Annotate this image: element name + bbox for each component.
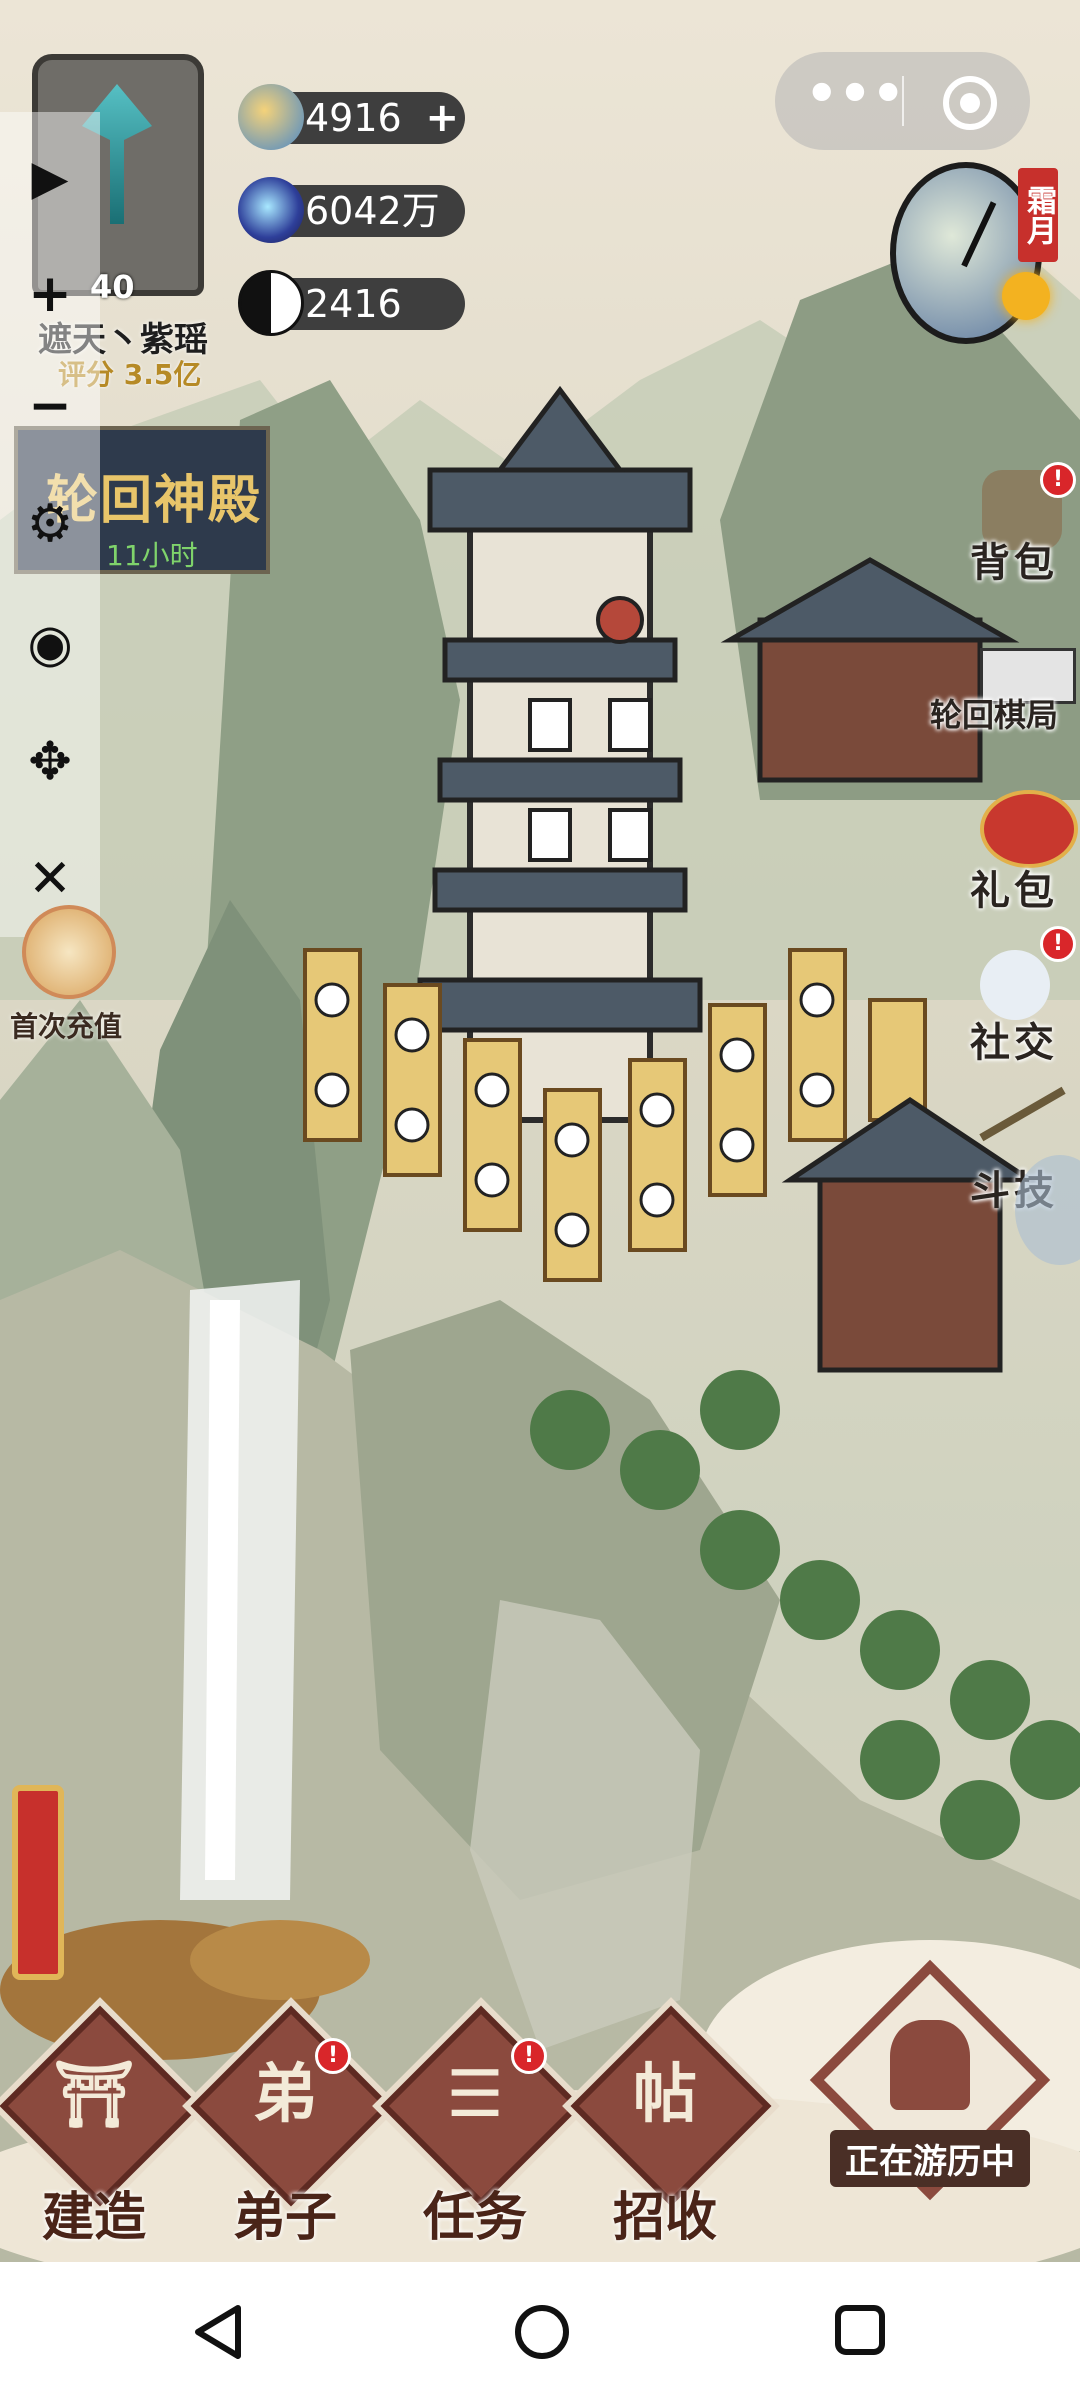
scroll-task-icon: ☰	[446, 2058, 504, 2132]
close-icon[interactable]: ✕	[18, 847, 82, 911]
nav-recruit[interactable]: 帖 招收	[570, 2005, 772, 2248]
play-icon[interactable]: ▶	[18, 146, 82, 210]
nav-tasks[interactable]: ☰ 任务 !	[380, 2005, 582, 2248]
gear-icon[interactable]: ⚙	[18, 492, 82, 556]
close-target-icon[interactable]	[943, 76, 997, 130]
backpack-badge: !	[1040, 462, 1076, 498]
nav-recruit-label: 招收	[612, 2187, 717, 2248]
sun-icon	[1002, 272, 1050, 320]
menu-reincarnation-chess[interactable]: 轮回棋局	[930, 690, 1058, 736]
travel-button[interactable]: 正在游历中	[800, 1950, 1060, 2210]
event-banner-timer: 11小时	[106, 539, 198, 572]
blue-gem-icon	[238, 177, 304, 243]
resource-spirit-value: 4916	[305, 96, 402, 140]
first-recharge-label: 首次充值	[10, 1010, 123, 1043]
clock-hand-icon	[961, 201, 997, 268]
eye-icon[interactable]: ◉	[18, 612, 82, 676]
menu-backpack[interactable]: 背包	[970, 530, 1058, 588]
miniprogram-capsule: •••	[775, 52, 1030, 150]
zoom-in-button[interactable]: +	[18, 262, 82, 326]
pavilion-icon: ⛩	[53, 2058, 135, 2132]
resource-gem[interactable]: 6042万	[238, 177, 465, 243]
back-icon[interactable]	[190, 2302, 246, 2362]
nav-build[interactable]: ⛩ 建造	[0, 2005, 201, 2248]
floating-toolbar: ▶ + − ⚙ ◉ ✥ ✕	[0, 112, 100, 937]
social-badge: !	[1040, 926, 1076, 962]
spirit-cloud-icon	[238, 84, 304, 150]
move-arrows-icon[interactable]: ✥	[18, 730, 82, 794]
game-scene[interactable]: 40 遮天丶紫瑶 评分 3.5亿 4916 + 6042万 2416 轮回神殿 …	[0, 0, 1080, 2262]
resource-gem-value: 6042万	[305, 189, 440, 233]
nav-build-label: 建造	[41, 2187, 146, 2248]
resource-spirit[interactable]: 4916 +	[238, 84, 465, 150]
season-tag: 霜月	[1018, 168, 1058, 262]
resource-yinyang-value: 2416	[305, 282, 402, 326]
scroll-icon[interactable]	[12, 1785, 64, 1980]
recruit-card-icon: 帖	[633, 2058, 697, 2132]
menu-gift-pack[interactable]: 礼包	[970, 858, 1058, 916]
gift-pack-icon	[980, 790, 1078, 868]
system-navigation-bar	[0, 2262, 1080, 2400]
recharge-avatar-icon	[22, 905, 116, 999]
more-dots-icon[interactable]: •••	[805, 68, 905, 130]
add-spirit-button[interactable]: +	[425, 92, 459, 144]
resource-yinyang[interactable]: 2416	[238, 270, 465, 336]
tasks-badge: !	[511, 2038, 547, 2074]
wanderer-icon	[890, 2020, 970, 2110]
nav-disciples-label: 弟子	[232, 2187, 337, 2248]
menu-social[interactable]: 社交	[970, 1010, 1058, 1068]
first-recharge-button[interactable]: 首次充值	[10, 905, 125, 1055]
capsule-divider	[902, 76, 904, 126]
disciples-badge: !	[315, 2038, 351, 2074]
home-icon[interactable]	[512, 2302, 572, 2362]
yin-yang-icon	[238, 270, 304, 336]
recents-icon[interactable]	[832, 2302, 888, 2358]
nav-tasks-label: 任务	[422, 2187, 527, 2248]
travel-status-label: 正在游历中	[830, 2130, 1030, 2187]
nav-disciples[interactable]: 弟 弟子 !	[190, 2005, 392, 2248]
zoom-out-button[interactable]: −	[18, 374, 82, 438]
